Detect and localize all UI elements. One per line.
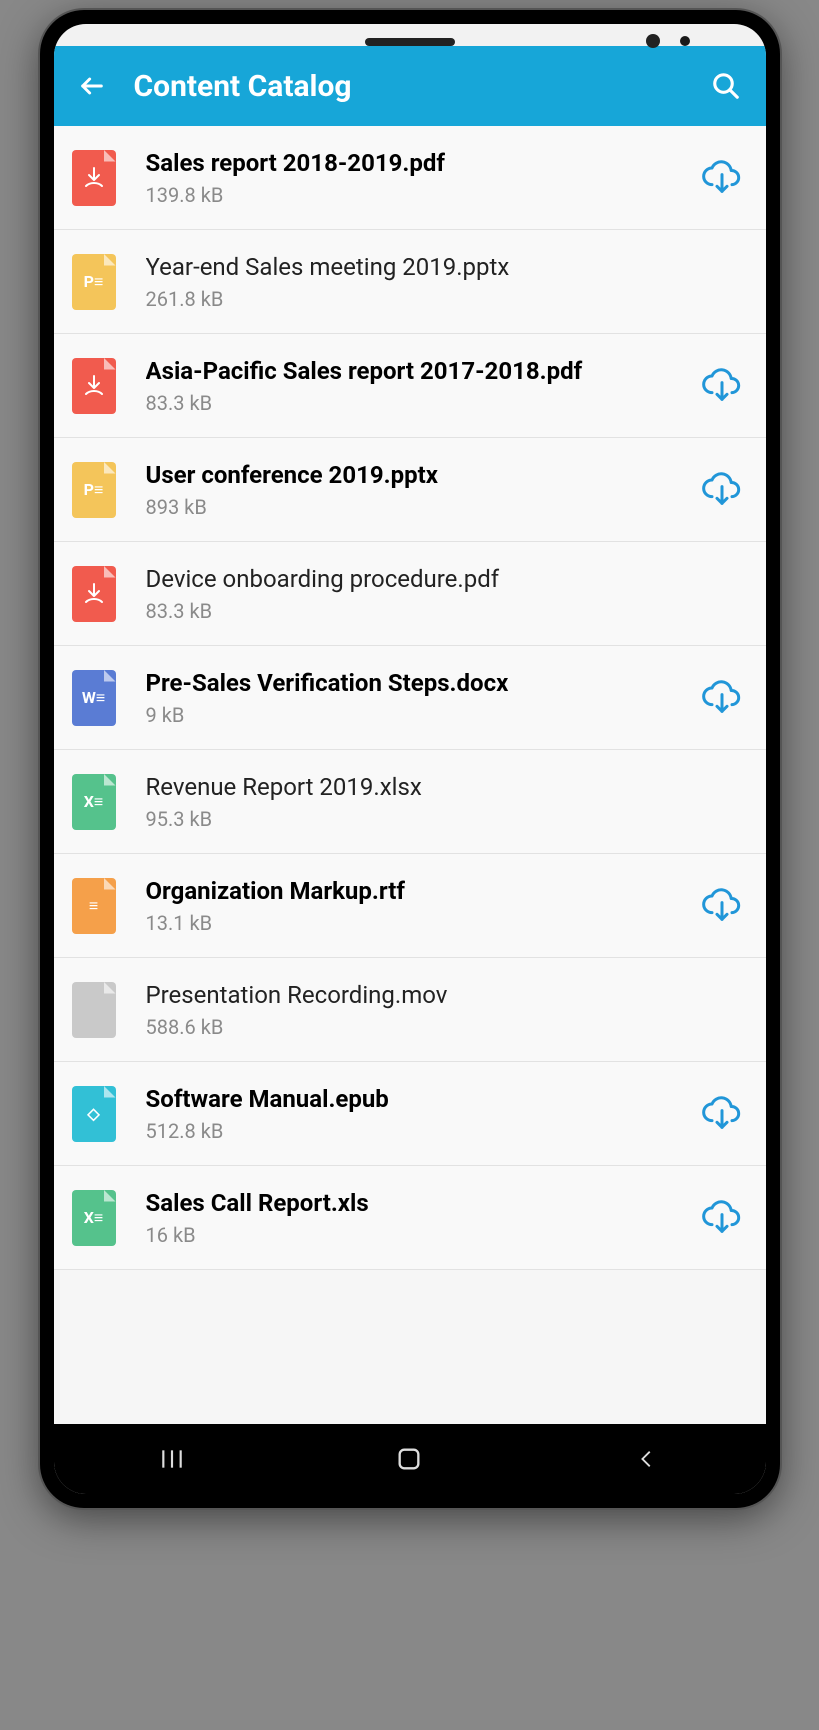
file-type-icon: ≡ — [68, 874, 120, 938]
search-button[interactable] — [706, 71, 746, 101]
recent-apps-icon — [159, 1446, 185, 1472]
file-meta: Pre-Sales Verification Steps.docx 9 kB — [120, 669, 698, 727]
file-name: Sales report 2018-2019.pdf — [146, 149, 698, 177]
back-button[interactable] — [74, 72, 110, 100]
cloud-download-icon — [702, 158, 742, 198]
file-row[interactable]: ◇ Software Manual.epub 512.8 kB — [54, 1062, 766, 1166]
cloud-download-icon — [702, 366, 742, 406]
app-header: Content Catalog — [54, 46, 766, 126]
phone-screen: Content Catalog Sales report 2018-2019.p… — [54, 24, 766, 1494]
file-type-icon: X≡ — [68, 770, 120, 834]
file-meta: Sales Call Report.xls 16 kB — [120, 1189, 698, 1247]
file-meta: Software Manual.epub 512.8 kB — [120, 1085, 698, 1143]
file-type-icon: X≡ — [68, 1186, 120, 1250]
file-size: 83.3 kB — [146, 599, 698, 623]
file-row[interactable]: Device onboarding procedure.pdf 83.3 kB — [54, 542, 766, 646]
file-name: Organization Markup.rtf — [146, 877, 698, 905]
file-name: Presentation Recording.mov — [146, 981, 698, 1009]
home-button[interactable] — [379, 1445, 439, 1473]
file-row[interactable]: Asia-Pacific Sales report 2017-2018.pdf 8… — [54, 334, 766, 438]
file-row[interactable]: P≡ Year-end Sales meeting 2019.pptx 261.8 … — [54, 230, 766, 334]
file-size: 139.8 kB — [146, 183, 698, 207]
download-button[interactable] — [698, 1198, 746, 1238]
download-button[interactable] — [698, 366, 746, 406]
file-meta: Asia-Pacific Sales report 2017-2018.pdf 8… — [120, 357, 698, 415]
page-title: Content Catalog — [110, 69, 706, 104]
file-type-icon: ◇ — [68, 1082, 120, 1146]
cloud-download-icon — [702, 678, 742, 718]
file-type-icon: W≡ — [68, 666, 120, 730]
nav-back-icon — [636, 1448, 658, 1470]
file-meta: Revenue Report 2019.xlsx 95.3 kB — [120, 773, 698, 831]
file-size: 588.6 kB — [146, 1015, 698, 1039]
file-size: 261.8 kB — [146, 287, 698, 311]
file-type-icon: P≡ — [68, 250, 120, 314]
nav-back-button[interactable] — [617, 1448, 677, 1470]
cloud-download-icon — [702, 470, 742, 510]
file-meta: Sales report 2018-2019.pdf 139.8 kB — [120, 149, 698, 207]
file-row[interactable]: X≡ Sales Call Report.xls 16 kB — [54, 1166, 766, 1270]
cloud-download-icon — [702, 1094, 742, 1134]
file-size: 512.8 kB — [146, 1119, 698, 1143]
file-size: 95.3 kB — [146, 807, 698, 831]
file-size: 16 kB — [146, 1223, 698, 1247]
file-meta: Device onboarding procedure.pdf 83.3 kB — [120, 565, 698, 623]
cloud-download-icon — [702, 886, 742, 926]
file-name: User conference 2019.pptx — [146, 461, 698, 489]
phone-sensor — [680, 36, 690, 46]
file-name: Device onboarding procedure.pdf — [146, 565, 698, 593]
file-row[interactable]: Sales report 2018-2019.pdf 139.8 kB — [54, 126, 766, 230]
phone-speaker — [365, 38, 455, 46]
download-button[interactable] — [698, 886, 746, 926]
recent-apps-button[interactable] — [142, 1446, 202, 1472]
file-name: Sales Call Report.xls — [146, 1189, 698, 1217]
file-list: Sales report 2018-2019.pdf139.8 kBP≡Year… — [54, 126, 766, 1424]
file-type-icon — [68, 354, 120, 418]
file-row[interactable]: Presentation Recording.mov 588.6 kB — [54, 958, 766, 1062]
file-name: Asia-Pacific Sales report 2017-2018.pdf — [146, 357, 698, 385]
file-row[interactable]: W≡ Pre-Sales Verification Steps.docx 9 kB — [54, 646, 766, 750]
file-type-icon: P≡ — [68, 458, 120, 522]
file-name: Software Manual.epub — [146, 1085, 698, 1113]
file-type-icon — [68, 146, 120, 210]
file-size: 83.3 kB — [146, 391, 698, 415]
back-arrow-icon — [78, 72, 106, 100]
file-row[interactable]: ≡ Organization Markup.rtf 13.1 kB — [54, 854, 766, 958]
android-nav-bar — [54, 1424, 766, 1494]
file-name: Revenue Report 2019.xlsx — [146, 773, 698, 801]
cloud-download-icon — [702, 1198, 742, 1238]
download-button[interactable] — [698, 158, 746, 198]
file-type-icon — [68, 978, 120, 1042]
file-size: 893 kB — [146, 495, 698, 519]
search-icon — [711, 71, 741, 101]
file-name: Pre-Sales Verification Steps.docx — [146, 669, 698, 697]
download-button[interactable] — [698, 470, 746, 510]
file-size: 9 kB — [146, 703, 698, 727]
file-meta: Presentation Recording.mov 588.6 kB — [120, 981, 698, 1039]
file-meta: User conference 2019.pptx 893 kB — [120, 461, 698, 519]
download-button[interactable] — [698, 1094, 746, 1134]
file-row[interactable]: P≡ User conference 2019.pptx 893 kB — [54, 438, 766, 542]
file-row[interactable]: X≡ Revenue Report 2019.xlsx 95.3 kB — [54, 750, 766, 854]
phone-camera — [646, 34, 660, 48]
file-name: Year-end Sales meeting 2019.pptx — [146, 253, 698, 281]
file-meta: Organization Markup.rtf 13.1 kB — [120, 877, 698, 935]
file-meta: Year-end Sales meeting 2019.pptx 261.8 kB — [120, 253, 698, 311]
download-button[interactable] — [698, 678, 746, 718]
file-type-icon — [68, 562, 120, 626]
phone-frame: Content Catalog Sales report 2018-2019.p… — [40, 10, 780, 1508]
file-size: 13.1 kB — [146, 911, 698, 935]
home-icon — [395, 1445, 423, 1473]
